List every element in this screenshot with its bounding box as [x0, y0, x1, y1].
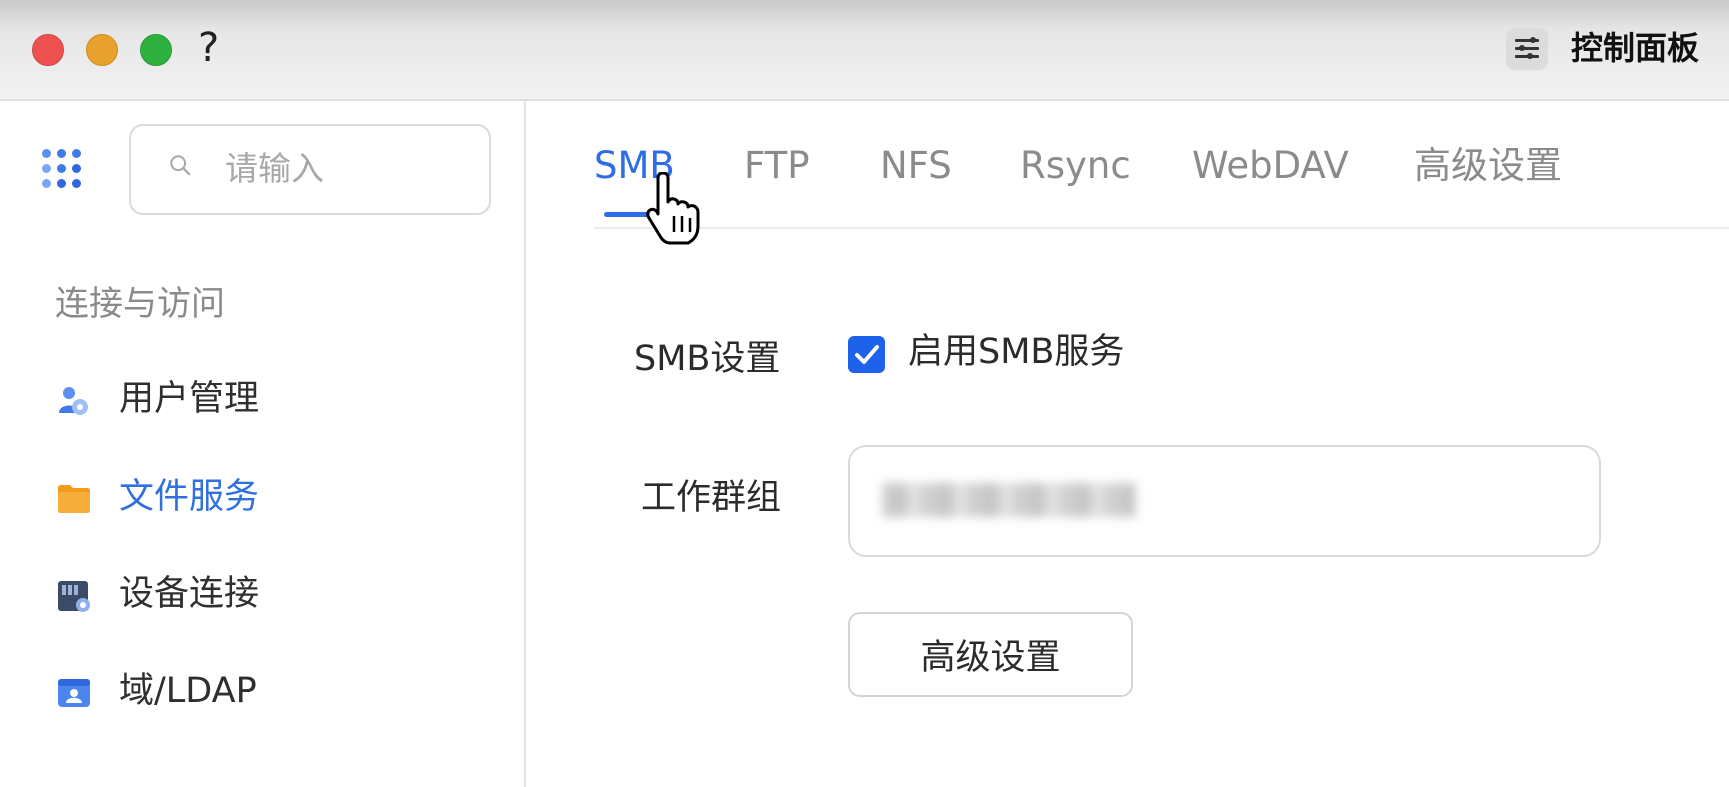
sidebar-item-label: 设备连接 [119, 574, 260, 614]
sidebar-item-label: 用户管理 [119, 379, 260, 419]
tabs-divider [594, 227, 1729, 229]
folder-icon [58, 485, 90, 513]
workgroup-input[interactable] [848, 445, 1601, 557]
tab-webdav[interactable]: WebDAV [1192, 140, 1349, 192]
advanced-settings-button[interactable]: 高级设置 [848, 612, 1133, 697]
help-button[interactable]: ? [198, 22, 219, 74]
title-bar: ? 控制面板 [0, 0, 1729, 101]
enable-smb-checkbox[interactable] [848, 336, 885, 373]
search-input[interactable]: 请输入 [129, 124, 491, 215]
workgroup-value-redacted [882, 483, 1136, 517]
tab-rsync[interactable]: Rsync [1020, 140, 1131, 192]
sliders-icon [1506, 28, 1548, 70]
window-title: 控制面板 [1571, 29, 1700, 67]
sidebar-item-label: 域/LDAP [119, 671, 257, 711]
tab-advanced-settings[interactable]: 高级设置 [1414, 140, 1562, 192]
enable-smb-label[interactable]: 启用SMB服务 [908, 328, 1124, 376]
search-placeholder: 请输入 [225, 149, 324, 188]
maximize-window-button[interactable] [140, 34, 172, 66]
users-icon [59, 387, 88, 415]
sidebar-item-device-connection[interactable]: 设备连接 [40, 560, 500, 630]
sidebar-item-users[interactable]: 用户管理 [40, 365, 500, 435]
sidebar-item-label: 文件服务 [119, 477, 260, 517]
minimize-window-button[interactable] [86, 34, 118, 66]
device-icon [58, 581, 90, 612]
checkmark-icon [855, 345, 879, 364]
workgroup-label: 工作群组 [641, 478, 782, 518]
sidebar: 请输入 连接与访问 用户管理 文件服务 设备连接 域/LDAP [0, 101, 526, 787]
tab-nfs[interactable]: NFS [880, 140, 952, 192]
close-window-button[interactable] [32, 34, 64, 66]
sidebar-item-domain-ldap[interactable]: 域/LDAP [40, 657, 500, 727]
smb-settings-label: SMB设置 [634, 339, 781, 379]
hand-pointer-icon [646, 172, 700, 245]
sidebar-item-file-services[interactable]: 文件服务 [40, 463, 500, 533]
section-label: 连接与访问 [55, 284, 225, 324]
tab-ftp[interactable]: FTP [744, 140, 810, 192]
grid-dots-icon[interactable] [42, 149, 90, 195]
id-card-icon [58, 679, 90, 707]
search-icon [170, 155, 191, 176]
